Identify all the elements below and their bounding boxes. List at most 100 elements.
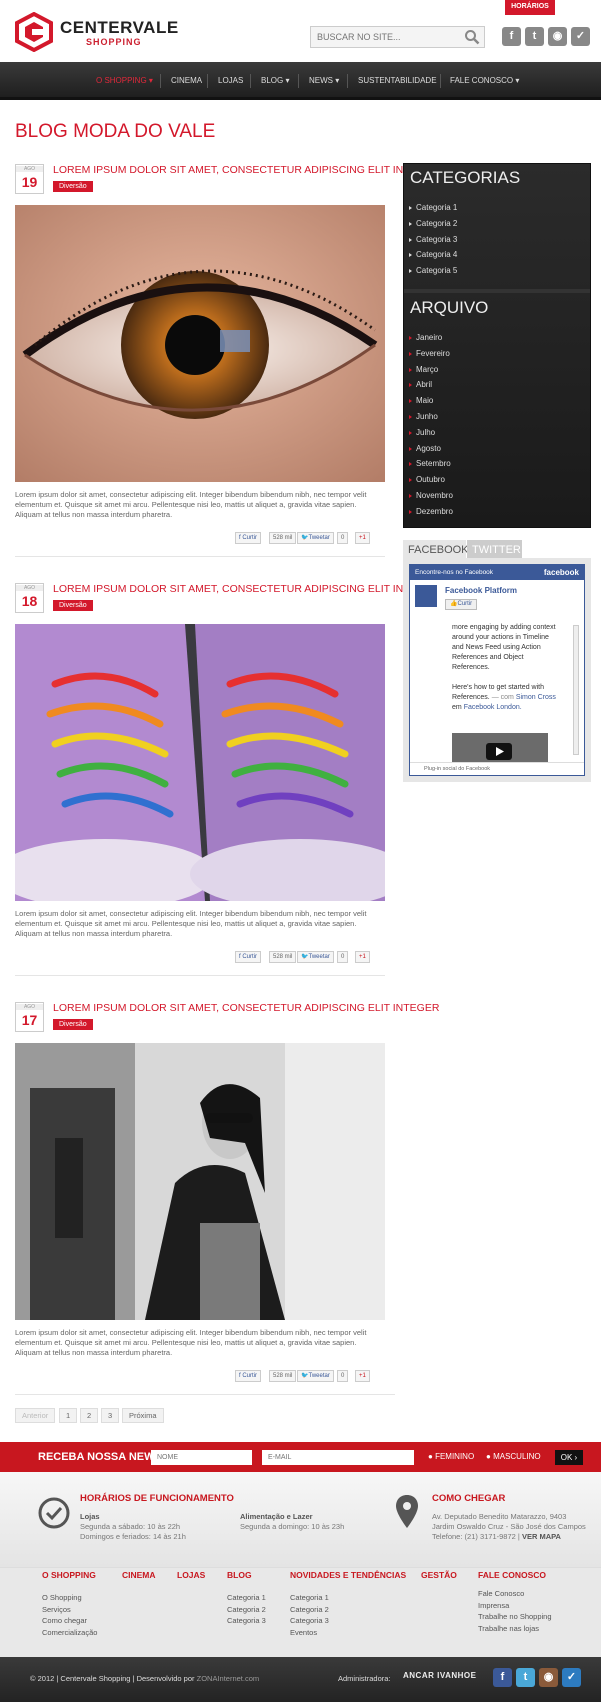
- twitter-icon[interactable]: t: [525, 27, 544, 46]
- footer-head-lojas[interactable]: LOJAS: [177, 1570, 205, 1580]
- footer-link[interactable]: Imprensa: [478, 1600, 552, 1612]
- footer-head-blog[interactable]: BLOG: [227, 1570, 252, 1580]
- facebook-like-button[interactable]: f Curtir: [235, 1370, 262, 1382]
- sidebar-item-categoria[interactable]: Categoria 4: [404, 247, 590, 263]
- sidebar-item-month[interactable]: Outubro: [404, 472, 590, 488]
- sidebar-item-categoria[interactable]: Categoria 2: [404, 216, 590, 232]
- nav-news[interactable]: NEWS ▾: [309, 62, 339, 100]
- tweet-count: 0: [337, 951, 349, 963]
- tab-twitter[interactable]: TWITTER: [467, 540, 522, 560]
- footer-link[interactable]: Categoria 3: [290, 1615, 329, 1627]
- logo[interactable]: CENTERVALE SHOPPING: [14, 12, 184, 52]
- footer-link[interactable]: Categoria 1: [290, 1592, 329, 1604]
- pager-prev[interactable]: Anterior: [15, 1408, 56, 1423]
- facebook-icon[interactable]: f: [493, 1668, 512, 1687]
- feed-scrollbar[interactable]: [573, 625, 579, 755]
- footer-link[interactable]: Fale Conosco: [478, 1588, 552, 1600]
- footer-link[interactable]: Serviços: [42, 1604, 97, 1616]
- sidebar-item-month[interactable]: Fevereiro: [404, 346, 590, 362]
- foursquare-icon[interactable]: ✓: [562, 1668, 581, 1687]
- sidebar-item-categoria[interactable]: Categoria 3: [404, 232, 590, 248]
- feed-place-link[interactable]: Facebook London.: [464, 704, 522, 711]
- nav-blog[interactable]: BLOG ▾: [261, 62, 289, 100]
- footer-head-o-shopping[interactable]: O SHOPPING: [42, 1570, 96, 1580]
- google-plus-button[interactable]: +1: [355, 1370, 370, 1382]
- post-image-eye[interactable]: [15, 205, 385, 482]
- footer-link[interactable]: Como chegar: [42, 1615, 97, 1627]
- sidebar-item-month[interactable]: Setembro: [404, 456, 590, 472]
- post-image-sneakers[interactable]: [15, 624, 385, 901]
- footer-head-cinema[interactable]: CINEMA: [122, 1570, 156, 1580]
- developer-link[interactable]: ZONAInternet.com: [197, 1674, 260, 1683]
- horarios-tab[interactable]: HORÁRIOS: [505, 0, 555, 15]
- sidebar-item-month[interactable]: Julho: [404, 425, 590, 441]
- footer-head-gestao[interactable]: GESTÃO: [421, 1570, 457, 1580]
- nav-fale-conosco[interactable]: FALE CONOSCO ▾: [450, 62, 519, 100]
- facebook-page-avatar[interactable]: [415, 585, 437, 607]
- facebook-brand[interactable]: facebook: [544, 565, 579, 580]
- sidebar-menu: CATEGORIAS Categoria 1 Categoria 2 Categ…: [403, 163, 591, 528]
- search-icon[interactable]: [464, 29, 480, 45]
- radio-feminino[interactable]: ● FEMININO: [428, 1442, 474, 1472]
- newsletter-submit-button[interactable]: OK ›: [555, 1450, 583, 1465]
- sidebar-item-categoria[interactable]: Categoria 1: [404, 200, 590, 216]
- nav-o-shopping[interactable]: O SHOPPING ▾: [96, 62, 153, 100]
- post-title[interactable]: LOREM IPSUM DOLOR SIT AMET, CONSECTETUR …: [53, 583, 439, 595]
- sidebar-item-month[interactable]: Janeiro: [404, 330, 590, 346]
- category-tag[interactable]: Diversão: [53, 600, 93, 611]
- sidebar-item-month[interactable]: Junho: [404, 409, 590, 425]
- sidebar-item-categoria[interactable]: Categoria 5: [404, 263, 590, 279]
- sidebar-item-month[interactable]: Dezembro: [404, 504, 590, 520]
- footer-link[interactable]: Categoria 3: [227, 1615, 266, 1627]
- ver-mapa-link[interactable]: VER MAPA: [522, 1532, 561, 1541]
- google-plus-button[interactable]: +1: [355, 951, 370, 963]
- pager-page[interactable]: 1: [59, 1408, 78, 1423]
- nav-cinema[interactable]: CINEMA: [171, 62, 202, 100]
- sidebar-item-month[interactable]: Abril: [404, 377, 590, 393]
- tab-facebook[interactable]: FACEBOOK: [403, 540, 469, 560]
- instagram-icon[interactable]: ◉: [548, 27, 567, 46]
- search-input[interactable]: [311, 27, 461, 47]
- newsletter-email-input[interactable]: [262, 1450, 414, 1465]
- post-image-woman[interactable]: [15, 1043, 385, 1320]
- foursquare-icon[interactable]: ✓: [571, 27, 590, 46]
- instagram-icon[interactable]: ◉: [539, 1668, 558, 1687]
- pager-page[interactable]: 3: [101, 1408, 120, 1423]
- sidebar-item-month[interactable]: Março: [404, 362, 590, 378]
- facebook-icon[interactable]: f: [502, 27, 521, 46]
- facebook-page-like-button[interactable]: 👍Curtir: [445, 599, 478, 610]
- twitter-icon[interactable]: t: [516, 1668, 535, 1687]
- footer-head-novidades[interactable]: NOVIDADES E TENDÊNCIAS: [290, 1570, 406, 1580]
- sidebar-item-month[interactable]: Maio: [404, 393, 590, 409]
- facebook-page-name[interactable]: Facebook Platform: [445, 586, 517, 595]
- nav-lojas[interactable]: LOJAS: [218, 62, 243, 100]
- facebook-like-button[interactable]: f Curtir: [235, 532, 262, 544]
- footer-link[interactable]: Trabalhe no Shopping: [478, 1611, 552, 1623]
- pager-next[interactable]: Próxima: [122, 1408, 164, 1423]
- facebook-like-button[interactable]: f Curtir: [235, 951, 262, 963]
- tweet-button[interactable]: 🐦Tweetar: [297, 532, 334, 544]
- sidebar-item-month[interactable]: Novembro: [404, 488, 590, 504]
- post-title[interactable]: LOREM IPSUM DOLOR SIT AMET, CONSECTETUR …: [53, 1002, 439, 1014]
- category-tag[interactable]: Diversão: [53, 181, 93, 192]
- footer-link[interactable]: Comercialização: [42, 1627, 97, 1639]
- post-title[interactable]: LOREM IPSUM DOLOR SIT AMET, CONSECTETUR …: [53, 164, 439, 176]
- sidebar-item-month[interactable]: Agosto: [404, 441, 590, 457]
- footer-link[interactable]: Categoria 2: [290, 1604, 329, 1616]
- footer-link[interactable]: Eventos: [290, 1627, 329, 1639]
- ancar-ivanhoe-logo[interactable]: ANCAR IVANHOE: [403, 1671, 476, 1680]
- nav-sustentabilidade[interactable]: SUSTENTABILIDADE: [358, 62, 437, 100]
- category-tag[interactable]: Diversão: [53, 1019, 93, 1030]
- footer-link[interactable]: Trabalhe nas lojas: [478, 1623, 552, 1635]
- footer-link[interactable]: Categoria 1: [227, 1592, 266, 1604]
- radio-masculino[interactable]: ● MASCULINO: [486, 1442, 541, 1472]
- tweet-button[interactable]: 🐦Tweetar: [297, 1370, 334, 1382]
- footer-link[interactable]: O Shopping: [42, 1592, 97, 1604]
- pager-page[interactable]: 2: [80, 1408, 99, 1423]
- footer-link[interactable]: Categoria 2: [227, 1604, 266, 1616]
- newsletter-name-input[interactable]: [151, 1450, 252, 1465]
- feed-person-link[interactable]: Simon Cross: [516, 694, 556, 701]
- footer-head-fale-conosco[interactable]: FALE CONOSCO: [478, 1570, 546, 1580]
- tweet-button[interactable]: 🐦Tweetar: [297, 951, 334, 963]
- google-plus-button[interactable]: +1: [355, 532, 370, 544]
